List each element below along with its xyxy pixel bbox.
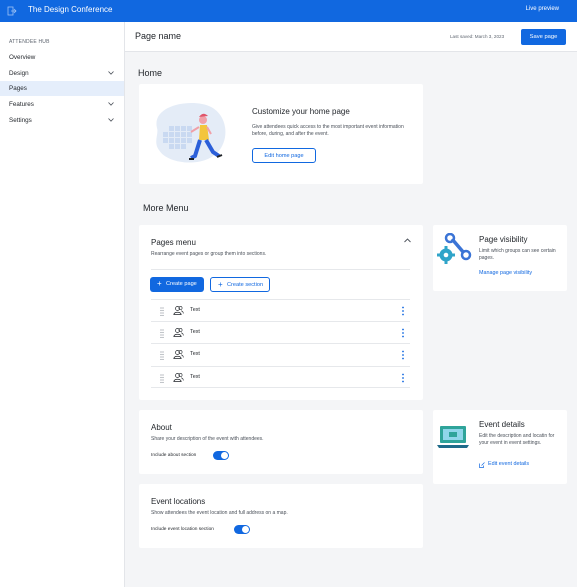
- event-locations-description: Show attendees the event location and fu…: [151, 510, 288, 516]
- last-saved-text: Last saved: March 3, 2023: [450, 34, 505, 39]
- plus-icon: +: [157, 279, 162, 288]
- people-icon: [173, 328, 184, 337]
- live-preview-link[interactable]: Live preview: [526, 6, 559, 12]
- sidebar-item-pages[interactable]: Pages: [0, 81, 124, 96]
- divider: [151, 269, 410, 270]
- sidebar-item-label: Features: [9, 101, 34, 108]
- drag-handle-icon[interactable]: [160, 307, 164, 316]
- sidebar-item-label: Design: [9, 70, 29, 77]
- more-options-icon[interactable]: [402, 373, 404, 383]
- chevron-up-icon[interactable]: [404, 238, 411, 243]
- list-item[interactable]: Text: [151, 321, 410, 343]
- pages-menu-card: Pages menu Rearrange event pages or grou…: [139, 225, 423, 400]
- toggle-knob: [242, 526, 249, 533]
- about-title: About: [151, 423, 172, 432]
- page-header: Page name Last saved: March 3, 2023 Save…: [125, 22, 577, 52]
- sidebar-item-overview[interactable]: Overview: [0, 50, 124, 65]
- laptop-icon: [437, 426, 469, 448]
- edit-icon: [479, 462, 485, 468]
- home-card: Customize your home page Give attendees …: [139, 84, 423, 184]
- sidebar: ATTENDEE HUB Overview Design Pages Featu…: [0, 22, 125, 587]
- pages-menu-description: Rearrange event pages or group them into…: [151, 251, 267, 257]
- main-content: Page name Last saved: March 3, 2023 Save…: [125, 22, 577, 587]
- people-icon: [173, 306, 184, 315]
- sidebar-item-label: Settings: [9, 117, 32, 124]
- home-card-description: Give attendees quick access to the most …: [252, 124, 404, 137]
- sidebar-item-settings[interactable]: Settings: [0, 113, 124, 128]
- home-card-title: Customize your home page: [252, 107, 350, 116]
- event-locations-toggle[interactable]: [234, 525, 250, 534]
- exit-icon[interactable]: [5, 4, 19, 18]
- sidebar-section-label: ATTENDEE HUB: [9, 39, 50, 45]
- save-page-button[interactable]: Save page: [521, 29, 566, 45]
- toggle-knob: [221, 452, 228, 459]
- page-visibility-title: Page visibility: [479, 235, 528, 244]
- list-item-label: Text: [190, 307, 200, 313]
- list-item[interactable]: Text: [151, 343, 410, 365]
- list-item[interactable]: Text: [151, 366, 410, 388]
- about-toggle-label: Include about section: [151, 453, 197, 458]
- event-details-title: Event details: [479, 420, 525, 429]
- sidebar-item-features[interactable]: Features: [0, 97, 124, 112]
- more-options-icon[interactable]: [402, 328, 404, 338]
- about-toggle[interactable]: [213, 451, 229, 460]
- list-item-label: Text: [190, 329, 200, 335]
- create-section-button[interactable]: + Create section: [210, 277, 270, 292]
- sidebar-item-label: Overview: [9, 54, 36, 61]
- event-locations-card: Event locations Show attendees the event…: [139, 484, 423, 548]
- sidebar-item-design[interactable]: Design: [0, 66, 124, 81]
- pages-menu-title: Pages menu: [151, 238, 196, 247]
- people-icon: [173, 373, 184, 382]
- page-visibility-card: Page visibility Limit which groups can s…: [433, 225, 567, 291]
- home-section-title: Home: [138, 68, 163, 78]
- drag-handle-icon[interactable]: [160, 329, 164, 338]
- chevron-down-icon: [108, 71, 114, 75]
- about-description: Share your description of the event with…: [151, 436, 264, 442]
- event-details-description: Edit the description and locatin for you…: [479, 433, 555, 446]
- plus-icon: +: [218, 280, 223, 289]
- gears-icon: [437, 233, 472, 264]
- event-details-card: Event details Edit the description and l…: [433, 410, 567, 484]
- home-illustration: [156, 103, 226, 163]
- list-item[interactable]: Text: [151, 299, 410, 321]
- drag-handle-icon[interactable]: [160, 351, 164, 360]
- page-title[interactable]: Page name: [135, 31, 181, 41]
- list-item-label: Text: [190, 374, 200, 380]
- manage-page-visibility-link[interactable]: Manage page visibility: [479, 270, 532, 276]
- more-options-icon[interactable]: [402, 306, 404, 316]
- more-menu-section-title: More Menu: [143, 203, 189, 213]
- sidebar-item-label: Pages: [9, 85, 27, 92]
- create-page-label: Create page: [166, 281, 197, 287]
- app-title: The Design Conference: [28, 5, 113, 14]
- about-card: About Share your description of the even…: [139, 410, 423, 474]
- chevron-down-icon: [108, 118, 114, 122]
- edit-event-details-link[interactable]: Edit event details: [488, 461, 529, 467]
- top-bar: The Design Conference Live preview: [0, 0, 577, 22]
- page-visibility-description: Limit which groups can see certain pages…: [479, 248, 556, 261]
- create-page-button[interactable]: + Create page: [150, 277, 204, 292]
- event-locations-toggle-label: Include event location section: [151, 527, 214, 532]
- list-item-label: Text: [190, 351, 200, 357]
- drag-handle-icon[interactable]: [160, 374, 164, 383]
- chevron-down-icon: [108, 102, 114, 106]
- create-section-label: Create section: [227, 282, 264, 288]
- people-icon: [173, 350, 184, 359]
- event-locations-title: Event locations: [151, 497, 206, 506]
- edit-home-page-button[interactable]: Edit home page: [252, 148, 316, 163]
- more-options-icon[interactable]: [402, 350, 404, 360]
